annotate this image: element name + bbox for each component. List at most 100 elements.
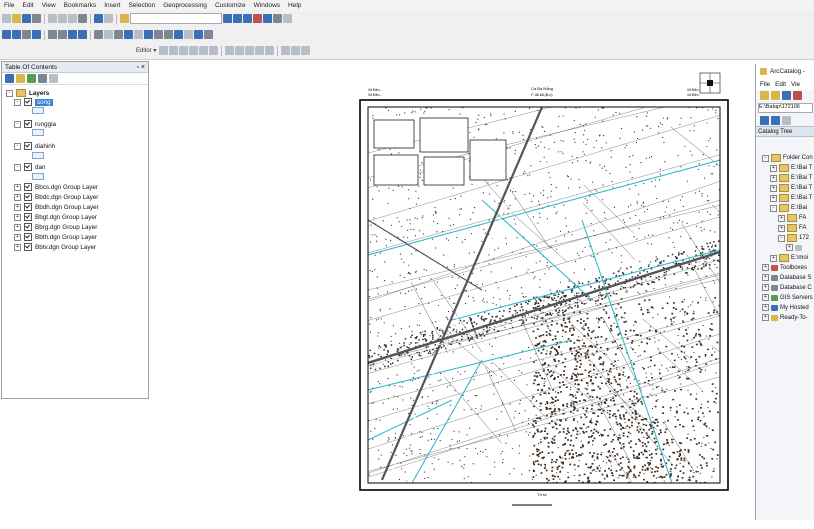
trace-icon[interactable] <box>199 46 209 55</box>
split-icon[interactable] <box>255 46 265 55</box>
layer-symbol[interactable] <box>32 107 44 114</box>
catalog-delete-icon[interactable] <box>793 91 802 100</box>
catalog-menu-edit[interactable]: Edit <box>775 81 786 88</box>
select-elements-icon[interactable] <box>114 30 123 39</box>
catalog-copy-icon[interactable] <box>782 91 791 100</box>
layer-visibility-checkbox[interactable] <box>24 243 32 251</box>
group-layer-item[interactable]: + Bbth.dgn Group Layer <box>14 233 97 241</box>
layer-label[interactable]: diahinh <box>35 143 55 150</box>
cut-icon[interactable] <box>48 14 57 23</box>
catalog-tree-item[interactable]: + FA <box>778 214 806 222</box>
select-features-icon[interactable] <box>94 30 103 39</box>
catalog-window-icon[interactable] <box>243 14 252 23</box>
viewer-window-icon[interactable] <box>204 30 213 39</box>
symbol-swatch-icon[interactable] <box>32 152 44 159</box>
arctoolbox-icon[interactable] <box>263 14 272 23</box>
menu-edit[interactable]: Edit <box>18 2 37 9</box>
map-display[interactable]: Ca Đà Nẵng F-48-68-(B-b) Xã Điện... Xã Đ… <box>152 60 752 527</box>
expand-icon[interactable]: + <box>14 203 21 211</box>
find-route-icon[interactable] <box>174 30 183 39</box>
add-data-icon[interactable] <box>120 14 129 23</box>
layer-label[interactable]: Bbth.dgn Group Layer <box>35 234 97 241</box>
back-extent-icon[interactable] <box>68 30 77 39</box>
redo-icon[interactable] <box>104 14 113 23</box>
layer-label[interactable]: dan <box>35 164 46 171</box>
list-by-source-icon[interactable] <box>16 74 25 83</box>
layer-visibility-checkbox[interactable] <box>24 142 32 150</box>
create-features-icon[interactable] <box>301 46 311 55</box>
zoom-out-icon[interactable] <box>12 30 21 39</box>
delete-icon[interactable] <box>78 14 87 23</box>
layer-label[interactable]: Bbgt.dgn Group Layer <box>35 214 97 221</box>
attributes-icon[interactable] <box>281 46 291 55</box>
symbol-swatch-icon[interactable] <box>32 173 44 180</box>
measure-icon[interactable] <box>154 30 163 39</box>
clear-selection-icon[interactable] <box>104 30 113 39</box>
catalog-tree-item[interactable]: + <box>786 244 804 251</box>
layer-visibility-checkbox[interactable] <box>24 223 32 231</box>
layer-visibility-checkbox[interactable] <box>24 203 32 211</box>
layer-visibility-checkbox[interactable] <box>24 233 32 241</box>
point-icon[interactable] <box>209 46 219 55</box>
menu-help[interactable]: Help <box>284 2 305 9</box>
layer-item[interactable]: - runggia <box>14 120 56 128</box>
edit-annotation-icon[interactable] <box>169 46 179 55</box>
menu-geoprocessing[interactable]: Geoprocessing <box>159 2 211 9</box>
catalog-menu-view[interactable]: Vie <box>791 81 800 88</box>
layer-symbol[interactable] <box>32 152 44 159</box>
layer-item[interactable]: - dan <box>14 163 46 171</box>
print-icon[interactable] <box>32 14 41 23</box>
layer-symbol[interactable] <box>32 129 44 136</box>
catalog-tree-item[interactable]: + E:\moi <box>770 254 808 262</box>
group-layer-item[interactable]: + Bbtv.dgn Group Layer <box>14 243 96 251</box>
catalog-connect-folder-icon[interactable] <box>771 91 780 100</box>
forward-extent-icon[interactable] <box>78 30 87 39</box>
group-layer-item[interactable]: + Bbdh.dgn Group Layer <box>14 203 99 211</box>
catalog-tree-item[interactable]: + GIS Servers <box>762 294 813 301</box>
topographic-map[interactable]: Ca Đà Nẵng F-48-68-(B-b) Xã Điện... Xã Đ… <box>152 60 752 527</box>
catalog-tree-item[interactable]: - E:\Bai <box>770 204 807 212</box>
navigator-icon[interactable] <box>699 72 721 94</box>
map-scale-dropdown[interactable] <box>130 13 222 24</box>
layers-root[interactable]: - Layers <box>6 89 49 97</box>
layer-visibility-checkbox[interactable] <box>24 98 32 106</box>
expand-icon[interactable]: + <box>14 183 21 191</box>
new-document-icon[interactable] <box>2 14 11 23</box>
layer-symbol[interactable] <box>32 173 44 180</box>
expand-icon[interactable]: + <box>14 213 21 221</box>
menu-insert[interactable]: Insert <box>100 2 124 9</box>
catalog-location-input[interactable]: E:\Batap\172106 <box>758 103 813 113</box>
toc-pin-close[interactable]: ▫ × <box>136 64 145 71</box>
collapse-icon[interactable]: - <box>14 163 21 171</box>
layer-visibility-checkbox[interactable] <box>24 120 32 128</box>
time-slider-icon[interactable] <box>194 30 203 39</box>
layer-visibility-checkbox[interactable] <box>24 163 32 171</box>
menu-windows[interactable]: Windows <box>250 2 284 9</box>
catalog-tree-item[interactable]: + E:\Bai T <box>770 164 812 172</box>
symbol-swatch-icon[interactable] <box>32 129 44 136</box>
catalog-view-icon[interactable] <box>760 116 769 125</box>
paste-icon[interactable] <box>68 14 77 23</box>
group-layer-item[interactable]: + Bbgt.dgn Group Layer <box>14 213 97 221</box>
go-to-xy-icon[interactable] <box>184 30 193 39</box>
layer-visibility-checkbox[interactable] <box>24 193 32 201</box>
model-builder-icon[interactable] <box>283 14 292 23</box>
straight-segment-icon[interactable] <box>179 46 189 55</box>
catalog-tree-item[interactable]: + Database C <box>762 284 812 291</box>
fixed-zoom-out-icon[interactable] <box>58 30 67 39</box>
layer-visibility-checkbox[interactable] <box>24 183 32 191</box>
layer-item[interactable]: - diahinh <box>14 142 55 150</box>
list-by-selection-icon[interactable] <box>38 74 47 83</box>
menu-customize[interactable]: Customize <box>211 2 250 9</box>
save-icon[interactable] <box>22 14 31 23</box>
collapse-icon[interactable]: - <box>14 120 21 128</box>
menu-view[interactable]: View <box>38 2 60 9</box>
symbol-swatch-icon[interactable] <box>32 107 44 114</box>
catalog-tree-item[interactable]: + Toolboxes <box>762 264 807 271</box>
catalog-details-icon[interactable] <box>771 116 780 125</box>
pan-icon[interactable] <box>22 30 31 39</box>
table-of-contents-icon[interactable] <box>233 14 242 23</box>
group-layer-item[interactable]: + Bbcs.dgn Group Layer <box>14 183 98 191</box>
group-layer-item[interactable]: + Bbdc.dgn Group Layer <box>14 193 98 201</box>
menu-file[interactable]: File <box>0 2 18 9</box>
